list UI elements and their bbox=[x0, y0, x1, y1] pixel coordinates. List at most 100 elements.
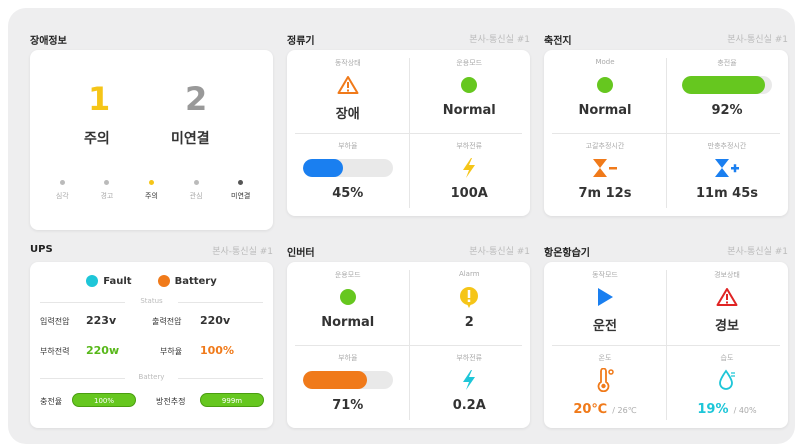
cell-label: 부하전류 bbox=[456, 354, 483, 362]
load-rate-bar bbox=[302, 159, 393, 177]
cell-label: 동작상태 bbox=[334, 59, 361, 67]
status-dot-icon bbox=[339, 289, 356, 305]
unlinked-label: 미연결 bbox=[171, 131, 210, 147]
alarm-level-item[interactable]: 심각 bbox=[40, 180, 85, 201]
load-rate-cell: 부하율 45% bbox=[287, 133, 409, 216]
alarm-level-item[interactable]: 주의 bbox=[129, 180, 174, 201]
alarm-state-cell: 경보상태 경보 bbox=[666, 262, 788, 345]
ups-card[interactable]: Fault Battery Status 입력전압 223v 출력전압 220v… bbox=[30, 262, 273, 428]
op-mode-cell: 운용모드 Normal bbox=[287, 262, 409, 345]
alarm-info-panel: 장애정보 1 주의 2 미연결 심각 경고 주의 관심 미연결 bbox=[30, 32, 273, 230]
humidity-setpoint: / 40% bbox=[733, 406, 757, 415]
temperature-value: 20℃ bbox=[573, 402, 608, 417]
load-rate-cell: 부하율 71% bbox=[287, 345, 409, 428]
inverter-card[interactable]: 운용모드 Normal Alarm 2 부하율 71% 부하전류 0.2A bbox=[287, 262, 530, 428]
unlinked-count: 2 bbox=[185, 80, 208, 118]
panel-title: 인버터 bbox=[287, 248, 315, 259]
play-icon bbox=[544, 286, 666, 308]
output-voltage-value: 220v bbox=[200, 314, 231, 327]
alarm-state-value: 경보 bbox=[715, 319, 739, 334]
load-rate-bar bbox=[302, 371, 393, 389]
op-mode-value: 운전 bbox=[593, 319, 617, 334]
charge-bar bbox=[682, 76, 772, 94]
op-status-value: 장애 bbox=[335, 107, 360, 122]
load-rate-label: 부하율 bbox=[160, 347, 183, 356]
panel-title: 장애정보 bbox=[30, 36, 67, 47]
humidity-value: 19% bbox=[697, 402, 729, 417]
fault-dot-icon bbox=[86, 275, 99, 287]
fullcharge-value: 11m 45s bbox=[696, 186, 758, 201]
cell-label: 운용모드 bbox=[456, 59, 483, 67]
op-mode-value: Normal bbox=[442, 103, 496, 118]
cell-label: 만충추정시간 bbox=[707, 142, 747, 150]
panel-location: 본사-통신실 #1 bbox=[212, 247, 273, 257]
hourglass-minus-icon bbox=[544, 157, 666, 179]
op-mode-value: Normal bbox=[321, 315, 375, 330]
cell-label: 부하전류 bbox=[456, 142, 483, 150]
charge-value: 92% bbox=[711, 103, 743, 118]
level-label: 주의 bbox=[145, 192, 158, 200]
op-mode-cell: 운용모드 Normal bbox=[409, 50, 531, 133]
charge-cell: 충전율 92% bbox=[666, 50, 788, 133]
fault-label: Fault bbox=[103, 275, 132, 287]
alert-circle-icon bbox=[409, 286, 531, 308]
rectifier-card[interactable]: 동작상태 장애 운용모드 Normal 부하율 45% 부하전류 100A bbox=[287, 50, 530, 216]
warning-triangle-icon bbox=[287, 74, 409, 96]
warning-label: 주의 bbox=[84, 131, 110, 147]
alarm-level-item[interactable]: 미연결 bbox=[218, 180, 263, 201]
battery-label: Battery bbox=[174, 275, 217, 287]
load-current-cell: 부하전류 100A bbox=[409, 133, 531, 216]
panel-title: 항온항습기 bbox=[544, 248, 590, 259]
lightning-icon bbox=[409, 157, 531, 179]
discharge-label: 방전추정 bbox=[156, 397, 186, 406]
status-dot-icon bbox=[461, 77, 478, 93]
battery-section-label: Battery bbox=[40, 373, 264, 383]
battery-card[interactable]: Mode Normal 충전율 92% 고갈추정시간 7m 12s 만충추정시간 bbox=[544, 50, 788, 216]
level-dot-icon bbox=[193, 180, 199, 185]
level-dot-icon bbox=[104, 180, 110, 185]
fullcharge-cell: 만충추정시간 11m 45s bbox=[666, 133, 788, 216]
lightning-icon bbox=[409, 369, 531, 391]
cell-label: 습도 bbox=[720, 354, 734, 362]
alarm-level-item[interactable]: 경고 bbox=[85, 180, 130, 201]
thermo-panel: 항온항습기 본사-통신실 #1 동작모드 운전 경보상태 경보 온도 20℃ /… bbox=[544, 244, 788, 440]
cell-label: 동작모드 bbox=[592, 271, 618, 279]
cell-label: Alarm bbox=[458, 270, 480, 278]
load-rate-value: 45% bbox=[332, 186, 364, 201]
warning-count: 1 bbox=[88, 80, 111, 118]
load-row: 부하전력 220w 부하율 100% bbox=[40, 344, 263, 360]
status-section-label: Status bbox=[40, 297, 264, 307]
droplet-icon bbox=[666, 369, 788, 391]
rectifier-panel: 정류기 본사-통신실 #1 동작상태 장애 운용모드 Normal 부하율 45… bbox=[287, 32, 530, 230]
inverter-panel: 인버터 본사-통신실 #1 운용모드 Normal Alarm 2 부하율 71… bbox=[287, 244, 530, 440]
cell-label: 고갈추정시간 bbox=[585, 142, 625, 150]
load-rate-value: 100% bbox=[200, 344, 234, 357]
cell-label: Mode bbox=[595, 58, 615, 66]
level-label: 경고 bbox=[100, 192, 114, 200]
discharge-value: 7m 12s bbox=[578, 186, 632, 201]
panel-title: 정류기 bbox=[287, 36, 315, 47]
output-voltage-label: 출력전압 bbox=[152, 317, 182, 326]
charge-label: 충전율 bbox=[40, 397, 63, 406]
discharge-pill: 999m bbox=[200, 393, 264, 407]
level-dot-icon bbox=[59, 180, 65, 185]
alarm-cell: Alarm 2 bbox=[409, 262, 531, 345]
panel-location: 본사-통신실 #1 bbox=[469, 247, 530, 257]
panel-location: 본사-통신실 #1 bbox=[469, 35, 530, 45]
input-voltage-label: 입력전압 bbox=[40, 317, 70, 326]
ups-panel: UPS 본사-통신실 #1 Fault Battery Status 입력전압 … bbox=[30, 244, 273, 440]
battery-panel: 축전지 본사-통신실 #1 Mode Normal 충전율 92% 고갈추정시간… bbox=[544, 32, 788, 230]
load-rate-value: 71% bbox=[332, 398, 364, 413]
load-current-value: 100A bbox=[450, 186, 488, 201]
thermo-card[interactable]: 동작모드 운전 경보상태 경보 온도 20℃ / 26℃ 습도 19% / 40… bbox=[544, 262, 788, 428]
alarm-level-item[interactable]: 관심 bbox=[174, 180, 219, 201]
cell-label: 경보상태 bbox=[714, 271, 740, 279]
cell-label: 부하율 bbox=[338, 354, 358, 362]
charge-pill: 100% bbox=[72, 393, 136, 407]
load-current-value: 0.2A bbox=[452, 398, 486, 413]
mode-cell: Mode Normal bbox=[544, 50, 666, 133]
panel-title: UPS bbox=[30, 244, 53, 255]
alarm-info-card[interactable]: 1 주의 2 미연결 심각 경고 주의 관심 미연결 bbox=[30, 50, 273, 230]
voltage-row: 입력전압 223v 출력전압 220v bbox=[40, 314, 263, 330]
op-status-cell: 동작상태 장애 bbox=[287, 50, 409, 133]
